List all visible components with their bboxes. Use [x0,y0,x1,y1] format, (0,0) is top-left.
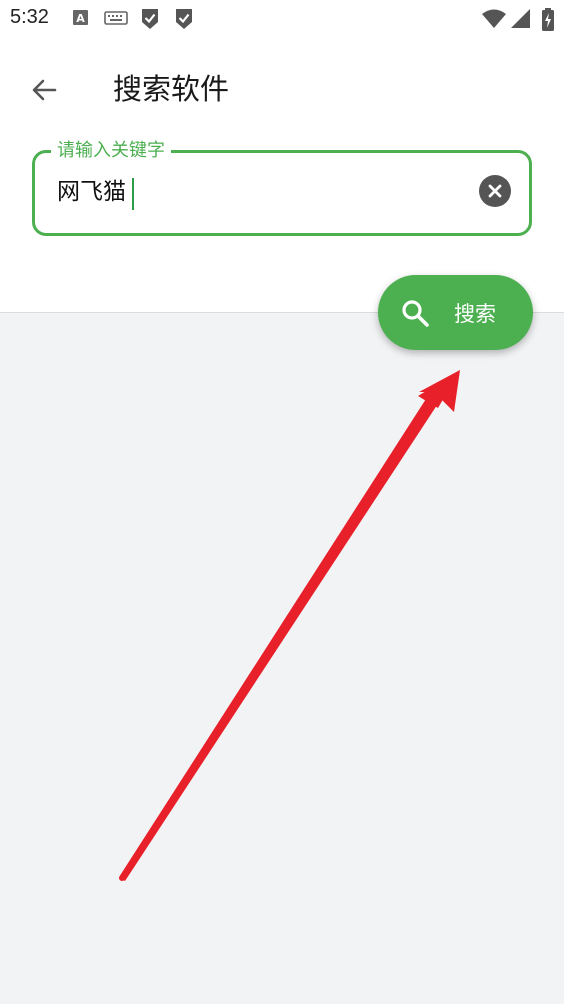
arrow-left-icon [32,79,57,101]
wifi-icon [482,9,506,28]
cellular-signal-icon [511,9,530,28]
search-button-label: 搜索 [454,301,496,326]
search-button[interactable]: 搜索 [378,275,533,350]
page-title: 搜索软件 [113,72,230,106]
close-icon [488,184,502,198]
status-bar: 5:32 A [0,0,564,40]
back-button[interactable] [24,70,64,110]
battery-charging-icon [542,8,554,31]
shield-check-icon [142,9,158,29]
search-header: 搜索软件 请输入关键字 网飞猫 [0,40,564,313]
search-icon [402,299,429,327]
clear-button[interactable] [479,175,511,207]
status-time: 5:32 [10,6,49,28]
search-input[interactable]: 网飞猫 [57,177,126,207]
shield-check-icon [176,9,192,29]
text-caret [132,178,134,210]
svg-text:A: A [76,12,85,25]
search-field-label: 请输入关键字 [51,140,171,162]
search-field[interactable]: 请输入关键字 网飞猫 [32,140,532,236]
keyboard-input-notification-icon: A [73,10,88,25]
keyboard-icon [104,11,128,25]
